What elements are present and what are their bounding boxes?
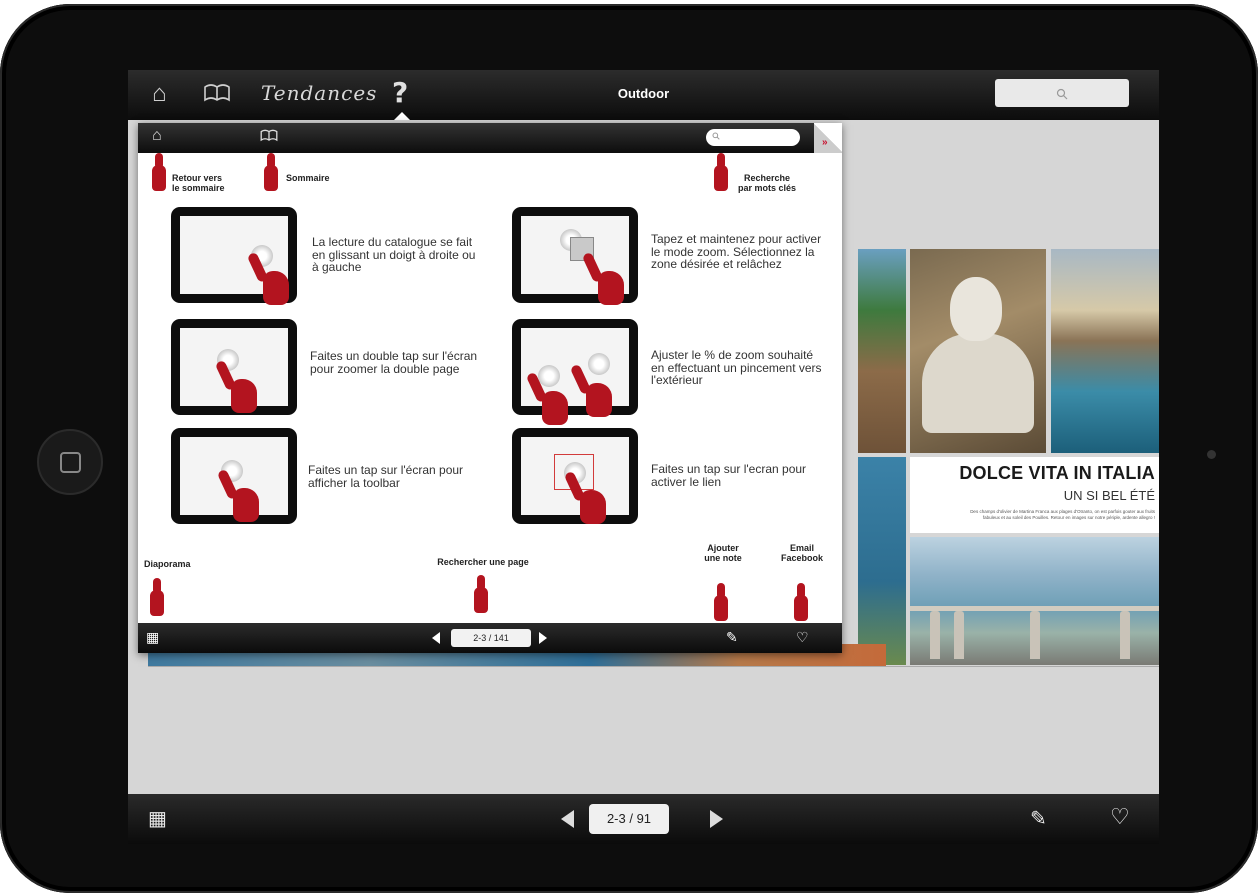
gallery-icon: ▦ <box>146 629 160 645</box>
photo-landscape <box>858 249 906 453</box>
gesture-zoom-illustration <box>512 207 638 305</box>
gesture-tap-link-illustration <box>512 428 638 524</box>
photo-bust <box>910 249 1046 453</box>
label-add-note: Ajouter une note <box>704 543 742 563</box>
photo-cliffs <box>1051 249 1159 453</box>
help-page-indicator: 2-3 / 141 <box>451 629 531 647</box>
double-chevron-icon: » <box>822 137 828 148</box>
gesture-swipe-illustration <box>171 207 297 305</box>
search-icon <box>712 132 720 140</box>
label-email-facebook: Email Facebook <box>780 543 823 563</box>
pointer-hand-icon <box>474 575 488 615</box>
prev-page-button[interactable] <box>561 810 574 828</box>
screen: ⌂ Tendances ? Outdoor DOLCE VITA IN ITAL… <box>128 70 1159 844</box>
search-icon <box>1056 89 1068 100</box>
gallery-icon[interactable]: ▦ <box>148 806 167 831</box>
device-home-button[interactable] <box>37 429 103 495</box>
help-toolbar-bottom: ▦ 2-3 / 141 ✎ ♡ <box>138 623 842 653</box>
camera <box>1207 450 1216 459</box>
photo-lake-terrace <box>910 537 1159 665</box>
help-caret <box>394 112 410 120</box>
page-curl[interactable]: » <box>814 123 842 153</box>
label-search-page: Rechercher une page <box>437 557 529 567</box>
article-header: DOLCE VITA IN ITALIA UN SI BEL ÉTÉ Des c… <box>910 457 1159 533</box>
help-search-input <box>706 129 800 146</box>
note-icon[interactable]: ✎ <box>1030 806 1047 831</box>
instruction-double-tap: Faites un double tap sur l'écran pour zo… <box>310 349 478 376</box>
tablet-device: ⌂ Tendances ? Outdoor DOLCE VITA IN ITAL… <box>0 4 1258 893</box>
top-toolbar: ⌂ Tendances ? Outdoor <box>128 70 1159 120</box>
label-contents: Sommaire <box>286 173 330 183</box>
label-back-to-contents: Retour vers le sommaire <box>172 173 225 193</box>
search-input[interactable] <box>995 79 1129 107</box>
label-slideshow: Diaporama <box>144 559 191 569</box>
heart-icon[interactable]: ♡ <box>1110 804 1130 830</box>
note-icon: ✎ <box>726 629 738 645</box>
help-overlay[interactable]: ⌂ » Retour vers le sommaire Sommaire Rec… <box>138 123 842 653</box>
gesture-pinch-illustration <box>512 319 638 425</box>
help-toolbar-top: ⌂ » <box>138 123 842 153</box>
instruction-pinch: Ajuster le % de zoom souhaité en effectu… <box>651 348 822 387</box>
bottom-toolbar: ▦ 2-3 / 91 ✎ ♡ <box>128 794 1159 844</box>
page-divider <box>148 666 1159 667</box>
pointer-hand-icon <box>264 153 278 193</box>
book-icon <box>260 129 278 147</box>
pointer-hand-icon <box>794 583 808 623</box>
pointer-hand-icon <box>152 153 166 193</box>
pointer-hand-icon <box>150 578 164 618</box>
page-indicator[interactable]: 2-3 / 91 <box>589 804 669 834</box>
gesture-double-tap-illustration <box>171 319 297 415</box>
article-title: DOLCE VITA IN ITALIA <box>959 463 1155 483</box>
article-intro: Des champs d'olivier de Martina Franca a… <box>970 509 1155 520</box>
instruction-swipe: La lecture du catalogue se fait en gliss… <box>312 235 476 274</box>
instruction-tap-toolbar: Faites un tap sur l'écran pour afficher … <box>308 463 464 490</box>
photo-sea <box>858 457 906 665</box>
next-page-button[interactable] <box>710 810 723 828</box>
instruction-zoom: Tapez et maintenez pour activer le mode … <box>651 232 822 271</box>
gesture-tap-toolbar-illustration <box>171 428 297 524</box>
home-icon: ⌂ <box>152 127 162 144</box>
prev-page-arrow <box>432 632 440 644</box>
article-subtitle: UN SI BEL ÉTÉ <box>1063 488 1155 503</box>
heart-icon: ♡ <box>796 629 809 645</box>
label-search-keywords: Recherche par mots clés <box>737 173 797 193</box>
pointer-hand-icon <box>714 583 728 623</box>
next-page-arrow <box>539 632 547 644</box>
instruction-tap-link: Faites un tap sur l'ecran pour activer l… <box>651 462 807 489</box>
